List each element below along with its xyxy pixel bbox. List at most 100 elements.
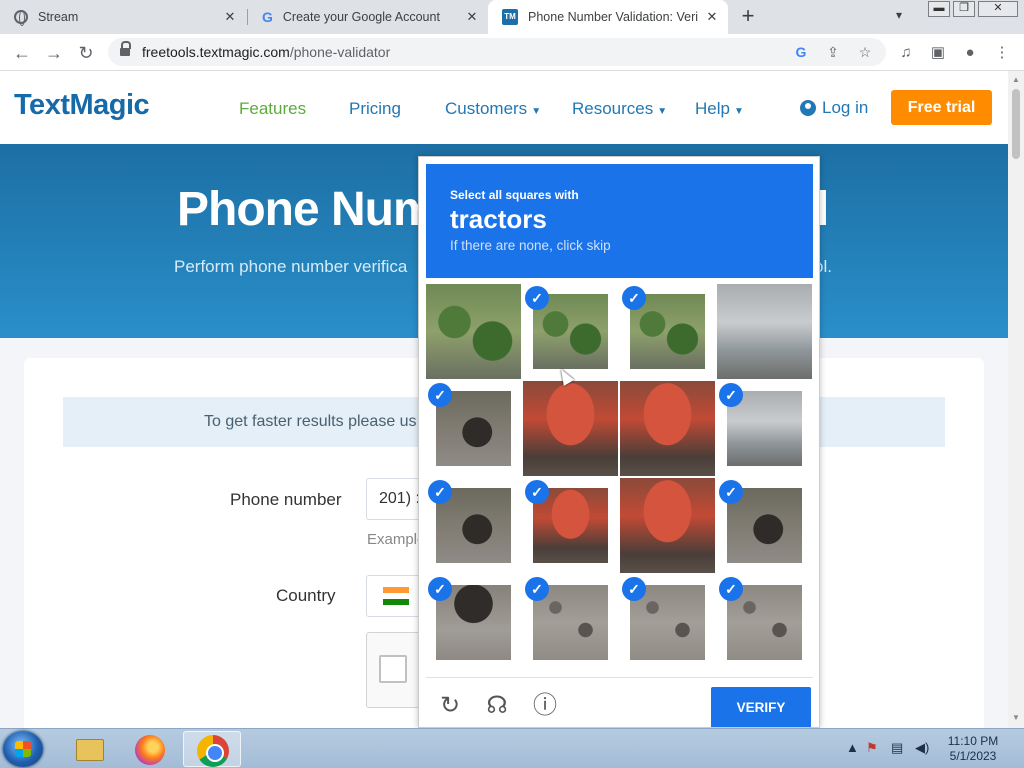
taskbar-firefox[interactable] bbox=[121, 731, 179, 767]
captcha-hint: If there are none, click skip bbox=[450, 238, 611, 253]
restore-button[interactable]: ❐ bbox=[953, 1, 975, 17]
captcha-tile[interactable] bbox=[717, 284, 812, 379]
chevron-down-icon: ▼ bbox=[657, 106, 668, 117]
url-host: freetools.textmagic.com bbox=[142, 44, 290, 60]
checkmark-icon: ✓ bbox=[428, 577, 452, 601]
star-icon[interactable]: ☆ bbox=[856, 43, 874, 61]
tab-phone-validation[interactable]: TM Phone Number Validation: Verify ✕ bbox=[488, 0, 728, 34]
captcha-tile[interactable]: ✓ bbox=[717, 575, 812, 670]
reload-icon[interactable]: ↻ bbox=[74, 41, 98, 65]
scroll-up-icon[interactable]: ▲ bbox=[1012, 75, 1020, 84]
minimize-button[interactable]: ▬ bbox=[928, 1, 950, 17]
nav-help-label: Help bbox=[695, 99, 730, 118]
taskbar-explorer[interactable] bbox=[60, 731, 118, 767]
scroll-thumb[interactable] bbox=[1012, 89, 1020, 159]
google-lens-icon[interactable]: G bbox=[792, 43, 810, 61]
chevron-down-icon[interactable]: ▾ bbox=[896, 8, 902, 22]
captcha-tile[interactable]: ✓ bbox=[523, 284, 618, 379]
checkmark-icon: ✓ bbox=[525, 577, 549, 601]
media-control-icon[interactable]: ♫ bbox=[896, 43, 916, 63]
tab-title: Stream bbox=[38, 10, 79, 24]
show-hidden-icons[interactable]: ▲ bbox=[846, 740, 859, 755]
checkmark-icon: ✓ bbox=[719, 577, 743, 601]
volume-icon[interactable]: ◀) bbox=[915, 740, 929, 756]
lock-icon[interactable] bbox=[120, 41, 131, 57]
captcha-tile-image bbox=[717, 284, 812, 379]
captcha-tile-image bbox=[426, 284, 521, 379]
tab-title: Create your Google Account bbox=[282, 10, 440, 24]
window-close-button[interactable]: ✕ bbox=[978, 1, 1018, 17]
browser-tab-bar: Stream ✕ G Create your Google Account ✕ … bbox=[0, 0, 1024, 34]
profile-avatar-icon[interactable]: ● bbox=[960, 43, 980, 63]
captcha-tile[interactable] bbox=[426, 284, 521, 379]
url-text[interactable]: freetools.textmagic.com/phone-validator bbox=[142, 44, 390, 60]
close-icon[interactable]: ✕ bbox=[704, 9, 720, 25]
captcha-tile[interactable] bbox=[523, 381, 618, 476]
captcha-tile[interactable]: ✓ bbox=[426, 381, 521, 476]
flag-alert-icon[interactable]: ⚑ bbox=[866, 740, 878, 756]
site-header: TextMagic Features Pricing Customers ▼ Re… bbox=[0, 71, 1008, 144]
headphones-icon[interactable]: ☊ bbox=[482, 691, 512, 721]
network-icon[interactable]: ▤ bbox=[891, 740, 903, 756]
menu-kebab-icon[interactable]: ⋮ bbox=[992, 43, 1012, 63]
forward-arrow-icon[interactable]: → bbox=[42, 41, 66, 65]
page-title-text: Phone Num bbox=[177, 183, 436, 236]
tab-title: Phone Number Validation: Verify bbox=[528, 10, 698, 24]
back-arrow-icon[interactable]: ← bbox=[10, 41, 34, 65]
tab-stream[interactable]: Stream ✕ bbox=[0, 0, 246, 34]
chrome-icon bbox=[197, 735, 229, 767]
textmagic-icon: TM bbox=[502, 9, 518, 25]
nav-pricing[interactable]: Pricing bbox=[349, 99, 401, 119]
captcha-tile[interactable]: ✓ bbox=[620, 575, 715, 670]
free-trial-button[interactable]: Free trial bbox=[891, 90, 992, 125]
captcha-tile-image bbox=[620, 478, 715, 573]
nav-resources[interactable]: Resources ▼ bbox=[572, 99, 667, 119]
side-panel-icon[interactable]: ▣ bbox=[928, 43, 948, 63]
tab-google-account[interactable]: G Create your Google Account ✕ bbox=[248, 0, 488, 34]
checkmark-icon: ✓ bbox=[525, 480, 549, 504]
checkmark-icon: ✓ bbox=[525, 286, 549, 310]
captcha-tile[interactable] bbox=[620, 478, 715, 573]
india-flag-icon bbox=[383, 587, 409, 605]
checkmark-icon: ✓ bbox=[622, 577, 646, 601]
reload-icon[interactable]: ↻ bbox=[435, 691, 465, 721]
captcha-tile[interactable] bbox=[620, 381, 715, 476]
recaptcha-checkbox[interactable] bbox=[379, 655, 407, 683]
checkmark-icon: ✓ bbox=[622, 286, 646, 310]
address-bar[interactable]: freetools.textmagic.com/phone-validator … bbox=[108, 38, 886, 66]
captcha-tile[interactable]: ✓ bbox=[426, 478, 521, 573]
close-icon[interactable]: ✕ bbox=[222, 9, 238, 25]
captcha-tile[interactable]: ✓ bbox=[523, 575, 618, 670]
login-link[interactable]: Log in bbox=[800, 98, 868, 118]
chevron-down-icon: ▼ bbox=[733, 106, 744, 117]
verify-button[interactable]: VERIFY bbox=[711, 687, 811, 727]
folder-icon bbox=[76, 739, 104, 761]
start-button[interactable] bbox=[3, 731, 43, 767]
page-subtitle: Perform phone number verifica ol. bbox=[174, 257, 832, 277]
checkmark-icon: ✓ bbox=[719, 383, 743, 407]
captcha-tile[interactable]: ✓ bbox=[620, 284, 715, 379]
info-icon[interactable]: ⓘ bbox=[530, 691, 560, 721]
nav-features[interactable]: Features bbox=[239, 99, 306, 119]
captcha-tile[interactable]: ✓ bbox=[426, 575, 521, 670]
new-tab-button[interactable]: + bbox=[736, 5, 760, 29]
taskbar-chrome[interactable] bbox=[183, 731, 241, 767]
scroll-down-icon[interactable]: ▼ bbox=[1012, 713, 1020, 722]
system-clock[interactable]: 11:10 PM 5/1/2023 bbox=[940, 734, 1006, 764]
textmagic-logo[interactable]: TextMagic bbox=[14, 89, 150, 122]
page-title: Phone Num l bbox=[177, 182, 829, 237]
url-path: /phone-validator bbox=[289, 44, 391, 60]
browser-toolbar: ← → ↻ freetools.textmagic.com/phone-vali… bbox=[0, 34, 1024, 71]
close-icon[interactable]: ✕ bbox=[464, 9, 480, 25]
captcha-tile[interactable]: ✓ bbox=[717, 478, 812, 573]
captcha-tile[interactable]: ✓ bbox=[717, 381, 812, 476]
page-subtitle-text: Perform phone number verifica bbox=[174, 257, 408, 276]
captcha-tile[interactable]: ✓ bbox=[523, 478, 618, 573]
nav-help[interactable]: Help ▼ bbox=[695, 99, 744, 119]
google-icon: G bbox=[262, 9, 273, 25]
share-icon[interactable]: ⇪ bbox=[824, 43, 842, 61]
nav-customers[interactable]: Customers ▼ bbox=[445, 99, 541, 119]
page-scrollbar[interactable]: ▲ ▼ bbox=[1008, 71, 1024, 728]
example-text: Example bbox=[367, 531, 426, 548]
chevron-down-icon: ▼ bbox=[531, 106, 542, 117]
